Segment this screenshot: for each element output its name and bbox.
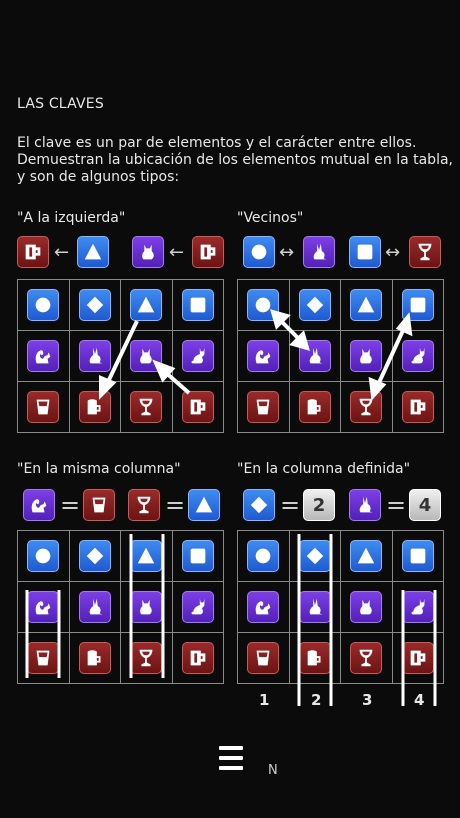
column-number-tile: 4 — [409, 489, 441, 521]
rabbit-icon — [349, 489, 381, 521]
arrows-left-of — [99, 320, 191, 400]
section-label-defined-column: "En la columna definida" — [237, 461, 411, 477]
stein-icon — [192, 236, 224, 268]
clue-neighbors-1: ↔ — [243, 236, 338, 270]
triangle-icon — [188, 489, 220, 521]
section-label-left-of: "A la izquierda" — [17, 210, 126, 226]
goblet-icon — [128, 489, 160, 521]
diamond-icon — [243, 489, 275, 521]
double-arrow-symbol: ↔ — [279, 242, 295, 263]
clue-same-column-1: = — [23, 489, 118, 523]
equals-symbol: = — [165, 491, 186, 519]
squirrel-icon — [23, 489, 55, 521]
section-label-same-column: "En la misma columna" — [17, 461, 181, 477]
column-markers-defined — [297, 534, 437, 706]
column-number-tile: 2 — [303, 489, 335, 521]
left-arrow-symbol: ← — [54, 242, 70, 263]
column-number-3: 3 — [362, 691, 373, 709]
equals-symbol: = — [60, 491, 81, 519]
equals-symbol: = — [280, 491, 301, 519]
goblet-icon — [409, 236, 441, 268]
clue-defined-column-1: = 2 — [243, 489, 338, 523]
footer-text: N — [268, 763, 278, 778]
menu-icon[interactable] — [219, 746, 243, 770]
column-number-4: 4 — [414, 691, 425, 709]
equals-symbol: = — [386, 491, 407, 519]
circle-icon — [243, 236, 275, 268]
section-label-neighbors: "Vecinos" — [237, 210, 304, 226]
page-title: LAS CLAVES — [17, 96, 104, 112]
triangle-icon — [77, 236, 109, 268]
rabbit-icon — [303, 236, 335, 268]
arrows-neighbors — [270, 309, 413, 401]
glass-icon — [83, 489, 115, 521]
column-number-2: 2 — [311, 691, 322, 709]
clue-left-of-2: ← — [132, 236, 227, 270]
clue-neighbors-2: ↔ — [349, 236, 444, 270]
clue-left-of-1: ← — [17, 236, 112, 270]
column-number-1: 1 — [259, 691, 270, 709]
left-arrow-symbol: ← — [169, 242, 185, 263]
stein-icon — [17, 236, 49, 268]
clue-same-column-2: = — [128, 489, 223, 523]
column-markers-same — [25, 534, 165, 678]
cat-icon — [132, 236, 164, 268]
intro-text: El clave es un par de elementos y el car… — [17, 135, 453, 185]
double-arrow-symbol: ↔ — [385, 242, 401, 263]
square-icon — [349, 236, 381, 268]
clue-defined-column-2: = 4 — [349, 489, 444, 523]
